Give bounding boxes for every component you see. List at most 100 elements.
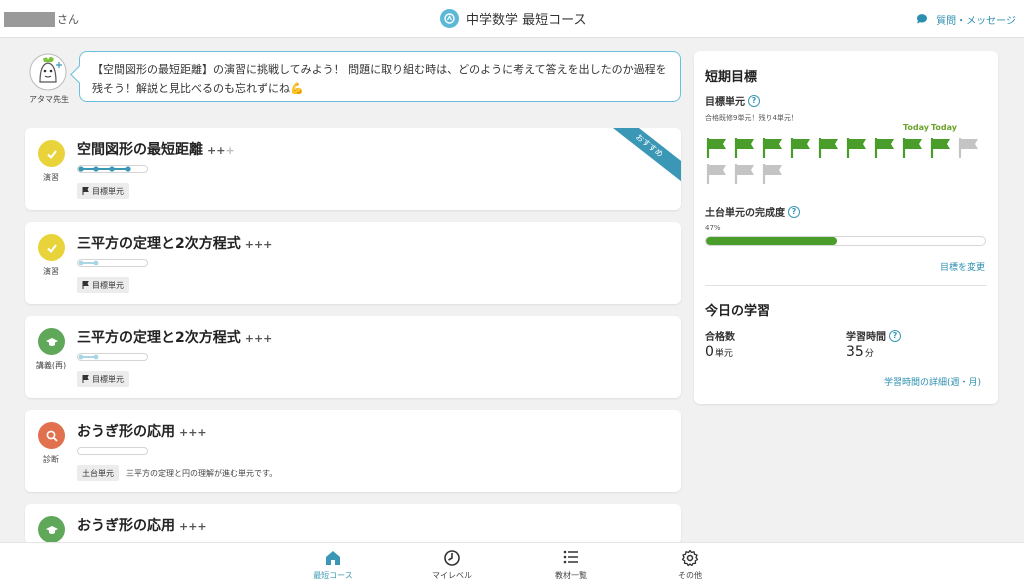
unit-type: 講義(再): [35, 361, 67, 370]
study-time-value: 35分: [846, 344, 874, 360]
unit-card[interactable]: 演習 空間図形の最短距離 +++ 目標単元 おすすめ: [25, 128, 681, 210]
unit-title-text: 三平方の定理と2次方程式: [77, 330, 241, 346]
unit-card[interactable]: おうぎ形の応用 +++: [25, 504, 681, 544]
nav-label: マイレベル: [432, 571, 472, 580]
unit-card[interactable]: 講義(再) 三平方の定理と2次方程式 +++ 目標単元: [25, 316, 681, 398]
goal-unit-label-text: 目標単元: [705, 97, 745, 108]
unit-progress: [77, 165, 148, 173]
completion-bar-fill: [706, 237, 838, 245]
flag-done-icon: [705, 136, 729, 160]
unit-tags: 目標単元: [77, 183, 129, 199]
help-icon[interactable]: ?: [788, 205, 800, 218]
unit-card[interactable]: 診断 おうぎ形の応用 +++ 土台単元 三平方の定理と円の理解が進む単元です。: [25, 410, 681, 492]
unit-title: おうぎ形の応用 +++: [77, 515, 207, 535]
unit-title-text: おうぎ形の応用: [77, 518, 175, 534]
tag-foundation: 土台単元: [77, 465, 119, 481]
completion-label-text: 土台単元の完成度: [705, 208, 785, 219]
nav-other[interactable]: その他: [650, 549, 730, 581]
tag-goal: 目標単元: [77, 277, 129, 293]
teacher-name: アタマ先生: [29, 95, 69, 104]
graduation-cap-icon: [38, 328, 65, 355]
teacher-avatar: [27, 52, 69, 92]
completion-percent: 47%: [705, 224, 721, 232]
pass-count-unit: 単元: [714, 349, 733, 359]
flag-done-icon: [817, 136, 841, 160]
home-icon: [293, 549, 373, 567]
nav-materials[interactable]: 教材一覧: [531, 549, 611, 581]
today-label: Today: [903, 123, 929, 132]
today-label: Today: [931, 123, 957, 132]
flag-pending-icon: [705, 162, 729, 186]
unit-type: 診断: [43, 455, 59, 464]
flag-done-icon: [761, 136, 785, 160]
unit-level: +++: [207, 144, 235, 157]
unit-progress: [77, 353, 148, 361]
pass-count-value: 0単元: [705, 344, 733, 360]
unit-type: 演習: [43, 173, 59, 182]
tag-goal: 目標単元: [77, 371, 129, 387]
study-time-number: 35: [846, 344, 864, 360]
unit-level: +++: [179, 520, 207, 533]
unit-description: 三平方の定理と円の理解が進む単元です。: [126, 468, 278, 478]
unit-tags: 土台単元 三平方の定理と円の理解が進む単元です。: [77, 465, 277, 481]
user-suffix: さん: [57, 13, 79, 26]
pass-count-number: 0: [705, 344, 714, 360]
redacted-username: [4, 11, 55, 27]
course-logo-icon: [440, 9, 459, 28]
unit-title-text: 空間図形の最短距離: [77, 142, 203, 158]
tag-label: 土台単元: [82, 468, 114, 478]
clock-icon: [412, 549, 492, 567]
unit-card[interactable]: 演習 三平方の定理と2次方程式 +++ 目標単元: [25, 222, 681, 304]
message-label: 質問・メッセージ: [936, 16, 1016, 27]
flag-done-icon: [845, 136, 869, 160]
level-empty: +: [225, 144, 235, 157]
nav-label: その他: [678, 571, 702, 580]
unit-tags: 目標単元: [77, 371, 129, 387]
goal-unit-label: 目標単元 ?: [705, 93, 760, 108]
nav-shortest-course[interactable]: 最短コース: [293, 549, 373, 581]
course-selector[interactable]: 中学数学 最短コース: [440, 9, 586, 28]
tag-label: 目標単元: [92, 374, 124, 384]
check-badge-icon: [38, 234, 65, 261]
search-icon: [38, 422, 65, 449]
change-goal-link[interactable]: 目標を変更: [940, 260, 985, 273]
chat-bubble-icon: [916, 13, 928, 27]
tag-goal: 目標単元: [77, 183, 129, 199]
unit-title-text: おうぎ形の応用: [77, 424, 175, 440]
help-icon[interactable]: ?: [889, 329, 901, 342]
flag-done-icon: [733, 136, 757, 160]
unit-title: 三平方の定理と2次方程式 +++: [77, 327, 272, 347]
help-icon[interactable]: ?: [748, 94, 760, 107]
flag-done-icon: [929, 136, 953, 160]
goal-panel: 短期目標 目標単元 ? 合格既修9単元！残り4単元！ Today Today 土…: [694, 51, 998, 404]
study-time-label-text: 学習時間: [846, 332, 886, 343]
nav-my-level[interactable]: マイレベル: [412, 549, 492, 581]
bottom-nav: 最短コース マイレベル 教材一覧 その他: [0, 542, 1024, 583]
unit-level: +++: [244, 332, 273, 345]
short-goal-title: 短期目標: [705, 70, 758, 85]
flag-pending-icon: [733, 162, 757, 186]
unit-title: おうぎ形の応用 +++: [77, 421, 207, 441]
flag-done-icon: [901, 136, 925, 160]
tag-label: 目標単元: [92, 186, 124, 196]
tag-label: 目標単元: [92, 280, 124, 290]
graduation-cap-icon: [38, 516, 65, 543]
completion-label: 土台単元の完成度 ?: [705, 204, 800, 219]
divider: [705, 285, 987, 286]
recommended-ribbon: おすすめ: [604, 128, 681, 184]
flag-icon: [82, 187, 89, 195]
unit-type: 演習: [43, 267, 59, 276]
app-header: さん 中学数学 最短コース 質問・メッセージ: [0, 0, 1024, 38]
message-button[interactable]: 質問・メッセージ: [916, 12, 1016, 27]
unit-title: 三平方の定理と2次方程式 +++: [77, 233, 272, 253]
unit-level: +++: [244, 238, 273, 251]
study-time-detail-link[interactable]: 学習時間の詳細(週・月): [884, 375, 981, 388]
unit-level: +++: [179, 426, 207, 439]
check-badge-icon: [38, 140, 65, 167]
study-time-label: 学習時間 ?: [846, 328, 901, 343]
today-title: 今日の学習: [705, 304, 771, 319]
flag-done-icon: [789, 136, 813, 160]
level-filled: ++: [207, 144, 226, 157]
unit-progress: [77, 447, 148, 455]
pass-count-label: 合格数: [705, 332, 735, 343]
